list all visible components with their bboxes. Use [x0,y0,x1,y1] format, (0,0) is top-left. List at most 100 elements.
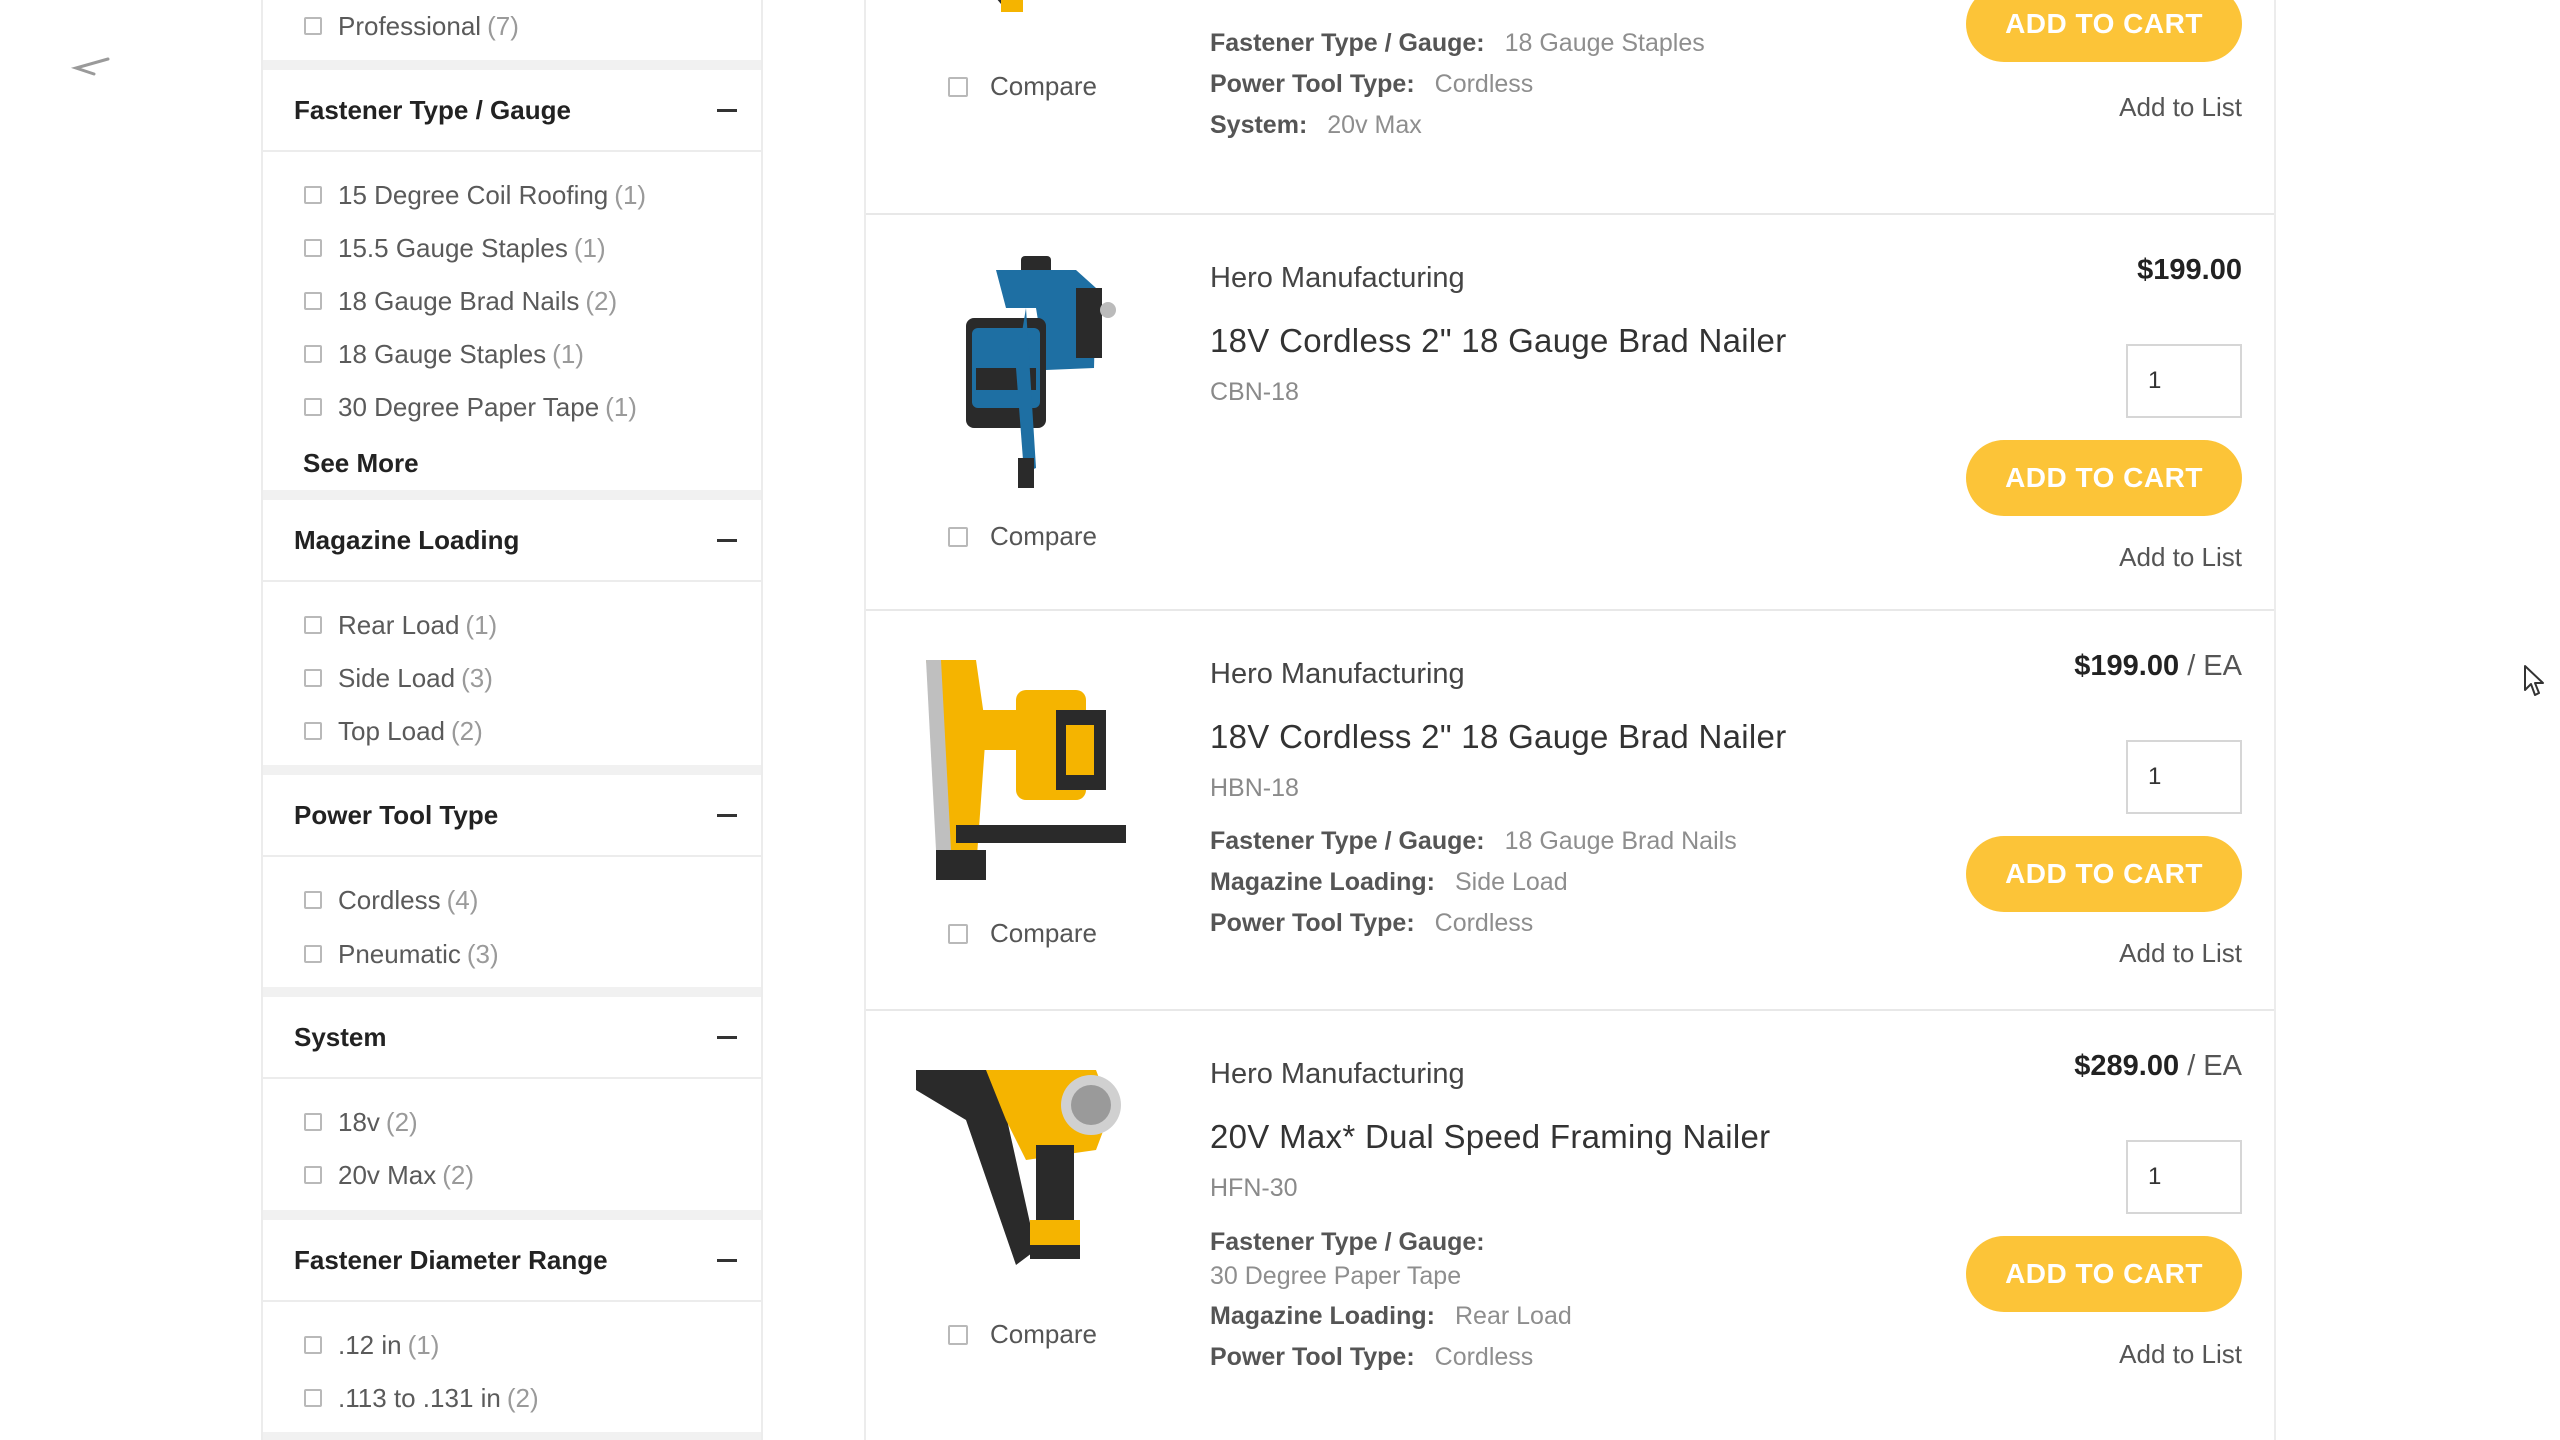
facet-title: Power Tool Type [294,799,499,830]
filter-option[interactable]: .113 to .131 in (2) [304,1381,539,1415]
checkbox[interactable] [304,398,322,416]
filter-option-label: Cordless [338,884,441,915]
filter-option-label: 18 Gauge Brad Nails [338,285,580,316]
spec-row: Magazine Loading: Rear Load [1210,1302,1572,1331]
checkbox[interactable] [304,945,322,963]
product-name-link[interactable]: 18V Cordless 2" 18 Gauge Brad Nailer [1210,322,1787,360]
checkbox[interactable] [304,722,322,740]
filter-sidebar: Professional (7) Fastener Type / Gauge 1… [261,0,763,1440]
spec-key: System: [1210,111,1308,139]
checkbox[interactable] [304,186,322,204]
filter-option-label: Professional [338,10,482,41]
spec-key: Power Tool Type: [1210,70,1415,98]
filter-option[interactable]: .12 in (1) [304,1328,439,1362]
spec-value: Cordless [1434,70,1534,98]
collapse-minus-icon[interactable] [717,1258,737,1262]
filter-option-label: .113 to .131 in [338,1382,501,1413]
facet-header-magazine-loading[interactable]: Magazine Loading [263,490,761,582]
filter-option[interactable]: 18v (2) [304,1105,418,1139]
filter-option[interactable]: Top Load (2) [304,714,483,748]
add-to-cart-button[interactable]: ADD TO CART [1966,440,2242,516]
product-price: $199.00 [2137,254,2242,287]
filter-option[interactable]: Pneumatic (3) [304,937,499,971]
checkbox[interactable] [304,17,322,35]
compare-label: Compare [990,521,1097,551]
filter-option-label: Rear Load [338,609,460,640]
quantity-input[interactable]: 1 [2126,344,2242,418]
collapse-minus-icon[interactable] [717,538,737,542]
filter-option-count: (2) [385,1106,418,1137]
filter-option[interactable]: 18 Gauge Staples (1) [304,337,584,371]
filter-option[interactable]: Rear Load (1) [304,608,497,642]
add-to-list-link[interactable]: Add to List [2119,92,2242,123]
checkbox[interactable] [304,669,322,687]
filter-option-label: 18v [338,1106,380,1137]
facet-header-fastener-diameter[interactable]: Fastener Diameter Range [263,1210,761,1302]
price-value: $289.00 [2074,1050,2180,1082]
add-to-cart-button[interactable]: ADD TO CART [1966,0,2242,62]
filter-option-count: (1) [552,338,584,369]
compare-checkbox[interactable]: Compare [948,521,1097,552]
add-to-list-link[interactable]: Add to List [2119,1339,2242,1370]
see-more-link[interactable]: See More [303,448,419,479]
spec-value: Cordless [1434,1343,1534,1371]
checkbox[interactable] [304,1166,322,1184]
back-arrow-icon[interactable] [70,56,110,76]
filter-option[interactable]: Side Load (3) [304,661,493,695]
spec-row: Magazine Loading: Side Load [1210,868,1568,897]
add-to-list-link[interactable]: Add to List [2119,938,2242,969]
filter-option[interactable]: 18 Gauge Brad Nails (2) [304,284,617,318]
filter-option-count: (1) [407,1329,440,1360]
product-brand: Hero Manufacturing [1210,658,1465,690]
spec-row: Fastener Type / Gauge: 18 Gauge Staples [1210,29,1705,58]
compare-checkbox[interactable]: Compare [948,918,1097,949]
spec-key: Power Tool Type: [1210,909,1415,937]
spec-value: 30 Degree Paper Tape [1210,1262,1462,1290]
checkbox[interactable] [948,923,968,944]
quantity-input[interactable]: 1 [2126,1140,2242,1214]
checkbox[interactable] [304,292,322,310]
filter-option-label: 20v Max [338,1159,437,1190]
filter-option[interactable]: 15.5 Gauge Staples (1) [304,231,606,265]
checkbox[interactable] [948,1324,968,1345]
checkbox[interactable] [304,1113,322,1131]
collapse-minus-icon[interactable] [717,108,737,112]
checkbox[interactable] [304,1336,322,1354]
product-image[interactable] [906,650,1126,890]
product-image[interactable] [906,1050,1126,1290]
product-name-link[interactable]: 20V Max* Dual Speed Framing Nailer [1210,1118,1770,1156]
product-image[interactable] [926,248,1146,488]
collapse-minus-icon[interactable] [717,813,737,817]
filter-option-count: (2) [506,1382,539,1413]
filter-option[interactable]: Cordless (4) [304,883,478,917]
compare-checkbox[interactable]: Compare [948,71,1097,102]
spec-value: 18 Gauge Brad Nails [1504,827,1737,855]
checkbox[interactable] [304,616,322,634]
filter-option[interactable]: 30 Degree Paper Tape (1) [304,390,637,424]
checkbox[interactable] [304,891,322,909]
facet-header-system[interactable]: System [263,987,761,1079]
add-to-list-link[interactable]: Add to List [2119,542,2242,573]
spec-key: Fastener Type / Gauge: [1210,827,1485,855]
facet-divider [263,1432,761,1440]
checkbox[interactable] [948,526,968,547]
product-list: Compare Fastener Type / Gauge: 18 Gauge S… [864,0,2276,1440]
add-to-cart-button[interactable]: ADD TO CART [1966,836,2242,912]
quantity-input[interactable]: 1 [2126,740,2242,814]
spec-key: Magazine Loading: [1210,1302,1435,1330]
filter-option[interactable]: 20v Max (2) [304,1158,474,1192]
compare-checkbox[interactable]: Compare [948,1319,1097,1350]
checkbox[interactable] [304,345,322,363]
filter-option-professional[interactable]: Professional (7) [304,9,519,43]
checkbox[interactable] [948,76,968,97]
checkbox[interactable] [304,1389,322,1407]
add-to-cart-button[interactable]: ADD TO CART [1966,1236,2242,1312]
filter-option[interactable]: 15 Degree Coil Roofing (1) [304,178,646,212]
checkbox[interactable] [304,239,322,257]
collapse-minus-icon[interactable] [717,1035,737,1039]
facet-header-power-tool-type[interactable]: Power Tool Type [263,765,761,857]
facet-header-fastener-type[interactable]: Fastener Type / Gauge [263,60,761,152]
price-unit: / EA [2187,650,2242,682]
product-name-link[interactable]: 18V Cordless 2" 18 Gauge Brad Nailer [1210,718,1787,756]
product-image[interactable] [946,0,1036,30]
